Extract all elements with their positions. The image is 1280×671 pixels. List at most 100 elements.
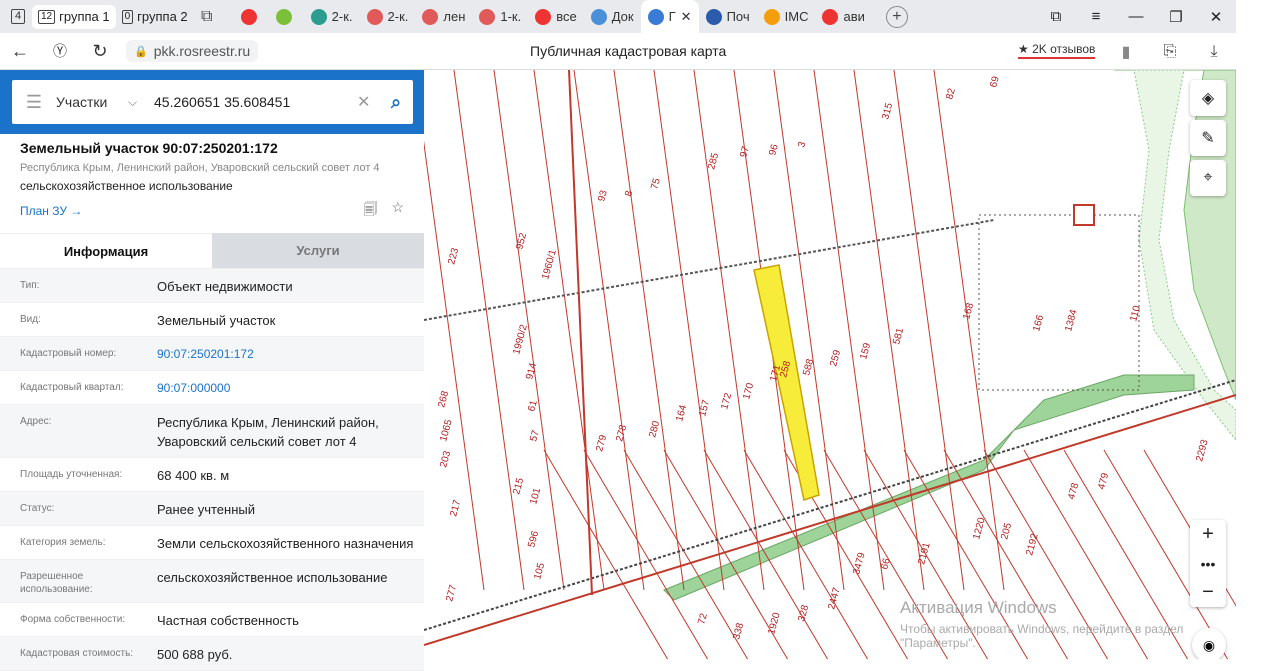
document-search-icon[interactable]: 🗐 (363, 199, 377, 223)
favicon-icon (822, 8, 839, 25)
parcel-label: 1960/1 (540, 248, 559, 281)
tabs-overview-icon[interactable]: ⧉ (1036, 0, 1076, 33)
favicon-icon (647, 8, 664, 25)
boundary-line (568, 70, 593, 596)
parcel-label: 72 (696, 612, 710, 626)
info-row: Кадастровый квартал: 90:07:000000 (0, 371, 424, 405)
search-icon[interactable]: ⌕ (379, 92, 413, 113)
parcel-label: 96 (767, 143, 781, 157)
lock-icon: 🔒 (134, 45, 148, 58)
browser-tab[interactable]: 1-к. (472, 0, 528, 33)
parcel-label: 157 (697, 398, 712, 417)
parcel-label: 105 (532, 561, 547, 580)
more-icon[interactable]: ••• (1190, 549, 1226, 578)
parcel-label: 279 (594, 433, 609, 452)
new-group-icon[interactable]: ⧉ (194, 5, 220, 29)
parcel-label: 2293 (1194, 438, 1210, 463)
browser-tab[interactable]: Поч (699, 0, 757, 33)
info-row: Кадастровый номер: 90:07:250201:172 (0, 337, 424, 371)
tab-count-button[interactable]: 4 (4, 5, 32, 29)
parcel-label: 277 (444, 583, 459, 602)
parcel-boundary (533, 70, 605, 591)
url-field[interactable]: 🔒 pkk.rosreestr.ru (126, 40, 259, 62)
info-row-key: Кадастровая стоимость: (20, 648, 134, 659)
info-row: Вид: Земельный участок (0, 303, 424, 337)
tab-information[interactable]: Информация (0, 233, 212, 268)
restore-icon[interactable]: ❐ (1156, 0, 1196, 33)
zoom-in-button[interactable]: + (1190, 520, 1226, 549)
yandex-icon[interactable]: Ⓨ (40, 33, 80, 70)
browser-tab[interactable]: лен (415, 0, 472, 33)
chevron-down-icon[interactable]: ⌵ (128, 95, 154, 110)
info-row-value: 68 400 кв. м (157, 468, 230, 483)
info-row-value: 500 688 руб. (157, 647, 233, 662)
browser-tab[interactable]: 2-к. (304, 0, 360, 33)
browser-tab[interactable]: все (528, 0, 584, 33)
minimize-icon[interactable]: — (1116, 0, 1156, 33)
plan-link[interactable]: План ЗУ → (20, 204, 82, 218)
search-input[interactable]: 45.260651 35.608451 (154, 94, 357, 110)
tab-group-1[interactable]: 12 группа 1 (32, 4, 116, 29)
favicon-icon (275, 8, 292, 25)
browser-tab[interactable]: 2-к. (360, 0, 416, 33)
parcel-label: 170 (741, 381, 756, 400)
clear-icon[interactable]: ✕ (357, 92, 379, 112)
reviews-link[interactable]: ★ 2K отзывов (1018, 42, 1096, 59)
new-tab-button[interactable]: + (885, 5, 908, 28)
browser-tab[interactable] (234, 0, 269, 33)
map-canvas[interactable]: 8269315285 97 96 393 875952223 1960/11990/291… (424, 70, 1236, 659)
info-row-value: Земельный участок (157, 313, 276, 328)
close-tab-icon[interactable]: ✕ (681, 9, 692, 25)
reader-icon[interactable]: ⎘ (1148, 33, 1192, 70)
reload-icon[interactable]: ↻ (80, 33, 120, 70)
browser-tab[interactable]: Г ✕ (640, 0, 699, 33)
info-row-value: Частная собственность (157, 613, 299, 628)
download-icon[interactable]: ⤓ (1192, 33, 1236, 70)
parcel-label: 168 (961, 301, 976, 320)
parcel-label: 172 (719, 391, 734, 410)
parcel-label: 57 (528, 429, 542, 443)
menu-icon[interactable]: ≡ (1076, 0, 1116, 33)
info-row-key: Адрес: (20, 416, 52, 427)
bookmark-icon[interactable]: ▮ (1104, 33, 1148, 70)
info-panel: ☰ Участки ⌵ 45.260651 35.608451 ✕ ⌕ ‹ Зе… (0, 70, 438, 671)
parcel-label: 1920 (766, 611, 782, 636)
back-icon[interactable]: ← (0, 33, 40, 70)
info-row-value[interactable]: 90:07:000000 (157, 379, 424, 398)
browser-tab[interactable]: ави (815, 0, 871, 33)
parcel-label: 280 (647, 419, 662, 438)
favicon-icon (705, 8, 722, 25)
locate-icon[interactable]: ⌖ (1190, 160, 1226, 196)
info-row-value: Ранее учтенный (157, 502, 255, 517)
info-row-value[interactable]: 90:07:250201:172 (157, 345, 424, 364)
parcel-label: 223 (446, 246, 461, 265)
parcel-boundary (813, 70, 885, 591)
browser-tab[interactable]: IMC (757, 0, 816, 33)
star-icon[interactable]: ☆ (391, 199, 404, 223)
info-row-key: Форма собственности: (20, 614, 126, 625)
parcel-label: 268 (436, 389, 451, 408)
menu-icon[interactable]: ☰ (12, 92, 56, 113)
close-window-icon[interactable]: ✕ (1196, 0, 1236, 33)
parcel-boundary (543, 449, 669, 659)
cadastral-map[interactable]: 82 69 315 285 97 96 3 93 8 75 952 223 1960/1 1990/2 91… (424, 70, 1236, 659)
browser-tab[interactable]: Док (584, 0, 641, 33)
tab-services[interactable]: Услуги (212, 233, 424, 268)
parcel-label: 69 (988, 75, 1002, 89)
parcel-label: 110 (1128, 304, 1143, 323)
info-row: Форма собственности: Частная собственност… (0, 603, 424, 637)
parcel-label: 203 (438, 449, 453, 468)
tab-group-2[interactable]: 0 группа 2 (116, 5, 194, 29)
parcel-label: 82 (944, 87, 958, 101)
info-row: Тип: Объект недвижимости (0, 269, 424, 303)
info-row-value: сельскохозяйственное использование (157, 570, 388, 585)
parcel-boundary (693, 70, 765, 591)
layers-icon[interactable]: ◈ (1190, 80, 1226, 116)
ruler-icon[interactable]: ✎ (1190, 120, 1226, 156)
parcel-label: 3479 (851, 551, 867, 576)
browser-tab[interactable] (269, 0, 304, 33)
parcel-label: 75 (649, 177, 663, 191)
parcel-boundary (933, 70, 1005, 591)
parcel-label: 315 (880, 101, 895, 120)
search-type-select[interactable]: Участки (56, 94, 128, 110)
